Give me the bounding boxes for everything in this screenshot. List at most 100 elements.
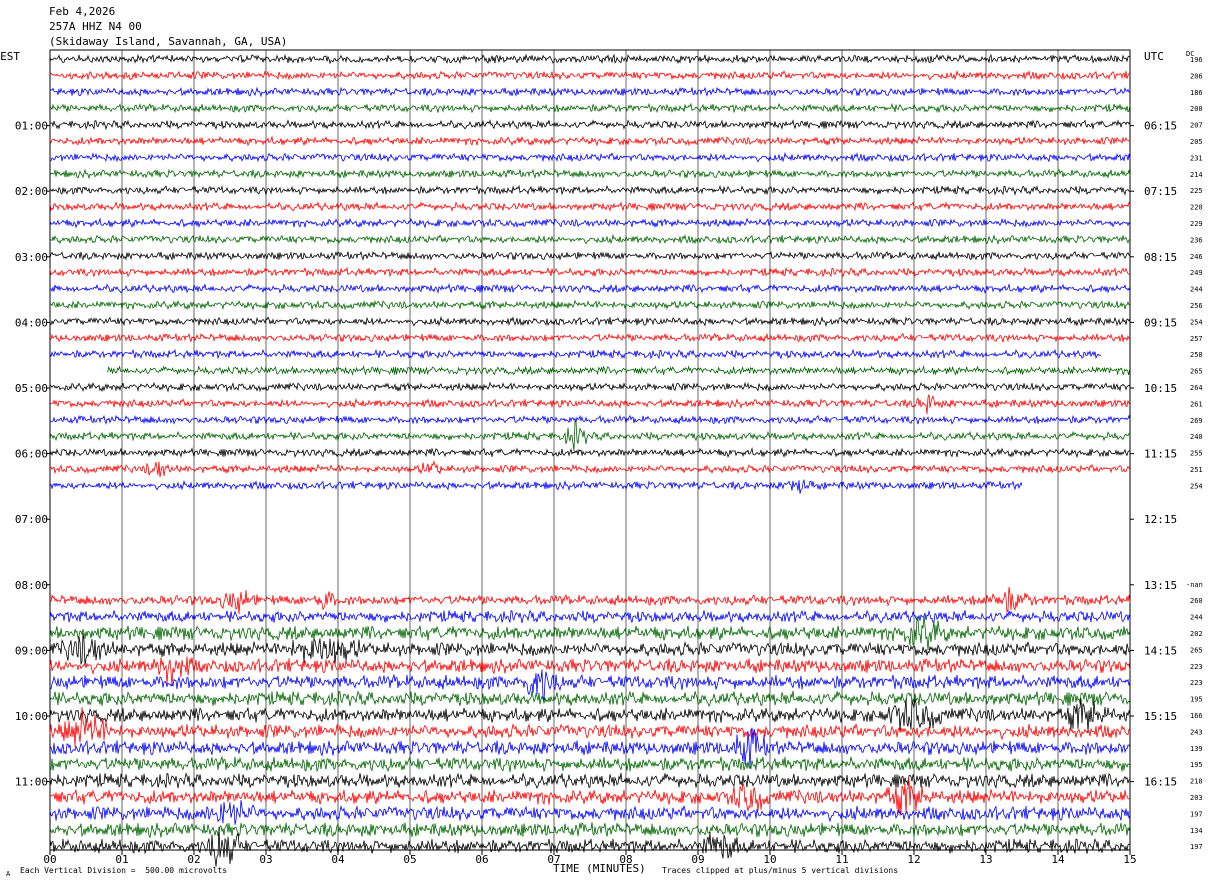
dc-value: 166 (1190, 712, 1203, 720)
dc-value: 260 (1190, 597, 1203, 605)
dc-value: 203 (1190, 794, 1203, 802)
dc-value: 246 (1190, 253, 1203, 261)
trace-row (49, 102, 1131, 114)
dc-value: 218 (1190, 778, 1203, 786)
dc-value: 244 (1190, 286, 1203, 294)
trace-row (49, 315, 1131, 328)
trace-row (49, 266, 1131, 278)
trace-row (49, 447, 1131, 459)
trace-row (49, 332, 1131, 343)
trace-row (49, 799, 1131, 825)
trace-row (49, 827, 1131, 867)
dc-value: 195 (1190, 761, 1203, 769)
scale-note: Each Vertical Division = 500.00 microvol… (20, 866, 228, 875)
trace-row (49, 168, 1131, 180)
dc-value: 236 (1190, 236, 1203, 244)
trace-row (50, 283, 1131, 294)
dc-value: 269 (1190, 417, 1203, 425)
seismogram-plot: 00 01 02 03 04 05 06 07 08 09 10 11 12 13 14 15EST UTC DC… (0, 49, 1203, 867)
dc-value: 196 (1190, 56, 1203, 64)
x-tick-label: 05 (403, 853, 416, 866)
left-time-label: 11:00 (15, 776, 48, 789)
dc-value: 254 (1190, 318, 1203, 326)
dc-value: 240 (1190, 433, 1203, 441)
x-tick-label: 09 (691, 853, 704, 866)
dc-value: 225 (1190, 187, 1203, 195)
right-time-label: 06:15 (1144, 120, 1177, 133)
dc-value: 206 (1190, 72, 1203, 80)
clip-note: Traces clipped at plus/minus 5 vertical … (662, 866, 899, 875)
left-axis-label: EST (0, 50, 20, 63)
dc-value: 195 (1190, 696, 1203, 704)
dc-value: 243 (1190, 728, 1203, 736)
left-time-label: 01:00 (15, 120, 48, 133)
trace-row (49, 233, 1131, 246)
left-time-label: 04:00 (15, 316, 48, 329)
x-axis-title: TIME (MINUTES) (553, 862, 646, 875)
left-time-label: 06:00 (15, 448, 48, 461)
x-tick-label: 14 (1051, 853, 1065, 866)
dc-value: 265 (1190, 646, 1203, 654)
dc-value: 186 (1190, 89, 1203, 97)
right-time-label: 14:15 (1144, 644, 1177, 657)
trace-row (49, 633, 1131, 666)
right-time-label: 07:15 (1144, 185, 1177, 198)
dc-value: 251 (1190, 466, 1203, 474)
dc-value: 197 (1190, 843, 1203, 851)
trace-row (49, 184, 1131, 196)
right-time-label: 15:15 (1144, 710, 1177, 723)
trace-row (49, 201, 1131, 212)
trace-row (49, 420, 1131, 451)
trace-row (49, 135, 1131, 147)
dc-value: 197 (1190, 810, 1203, 818)
dc-value: 249 (1190, 269, 1203, 277)
left-time-label: 08:00 (15, 579, 48, 592)
dc-value: 229 (1190, 220, 1203, 228)
x-tick-label: 11 (835, 853, 848, 866)
right-time-label: 13:15 (1144, 579, 1177, 592)
dc-value: 223 (1190, 663, 1203, 671)
dc-value: 220 (1190, 204, 1203, 212)
dc-value: 244 (1190, 614, 1203, 622)
dc-value: 134 (1190, 827, 1203, 835)
dc-value: 200 (1190, 105, 1203, 113)
corner-mark: A (6, 870, 11, 878)
trace-row (49, 614, 1131, 651)
trace-row (49, 151, 1131, 163)
trace-row (107, 365, 1130, 376)
right-time-label: 12:15 (1144, 513, 1177, 526)
trace-row (49, 669, 1131, 701)
trace-row (49, 119, 1131, 131)
right-time-label: 08:15 (1144, 251, 1177, 264)
dc-value: 254 (1190, 482, 1203, 490)
dc-value: 205 (1190, 138, 1203, 146)
dc-value: 207 (1190, 122, 1203, 130)
dc-value: 261 (1190, 400, 1203, 408)
right-time-label: 11:15 (1144, 448, 1177, 461)
dc-value: 265 (1190, 368, 1203, 376)
trace-row (49, 690, 1131, 707)
trace-row (49, 69, 1131, 81)
plot-frame (49, 49, 1131, 851)
trace-row (49, 459, 1131, 478)
x-tick-label: 13 (979, 853, 992, 866)
dc-value: 258 (1190, 351, 1203, 359)
trace-row (49, 348, 1102, 360)
trace-row (49, 86, 1131, 98)
right-axis-label: UTC (1144, 50, 1164, 63)
dc-value: -nan (1186, 581, 1203, 589)
trace-row (49, 479, 1023, 494)
trace-row (49, 299, 1131, 311)
x-tick-label: 04 (331, 853, 345, 866)
trace-row (49, 772, 1130, 789)
dc-value: 256 (1190, 302, 1203, 310)
trace-row (49, 609, 1131, 624)
x-tick-label: 03 (259, 853, 272, 866)
dc-value: 223 (1190, 679, 1203, 687)
x-tick-label: 10 (763, 853, 776, 866)
dc-value: 139 (1190, 745, 1203, 753)
x-tick-label: 15 (1123, 853, 1136, 866)
right-time-label: 09:15 (1144, 316, 1177, 329)
x-tick-label: 02 (187, 853, 200, 866)
trace-row (49, 53, 1131, 65)
